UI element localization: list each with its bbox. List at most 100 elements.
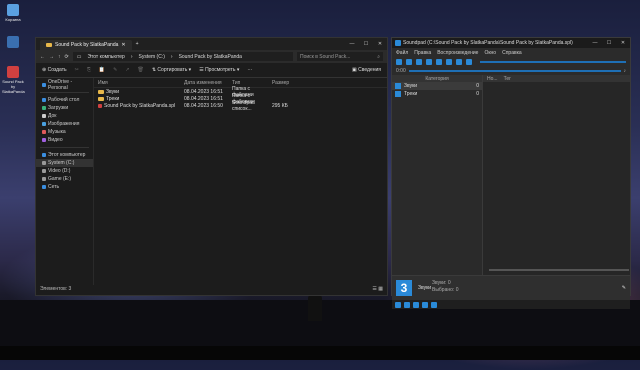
drive-icon <box>42 161 46 165</box>
sort-button[interactable]: ⇅ Сортировать ▾ <box>152 67 191 73</box>
computer-icon: ▭ <box>76 53 82 60</box>
sound-list: Но... Тег <box>483 75 630 275</box>
search-input[interactable]: Поиск в Sound Pack... ⌕ <box>297 52 383 61</box>
nav-downloads[interactable]: Загрузки <box>36 104 93 112</box>
nav-videos[interactable]: Видео <box>36 136 93 144</box>
nav-drive-c[interactable]: System (C:) <box>36 159 93 167</box>
refresh-icon[interactable]: ⟳ <box>65 54 69 60</box>
nav-documents[interactable]: Док <box>36 112 93 120</box>
view-button[interactable]: ☰ Просмотреть ▾ <box>199 67 239 73</box>
category-header: Категория <box>392 75 482 82</box>
pause-icon[interactable] <box>426 59 432 65</box>
desktop-icon-label: Корзина <box>5 17 21 22</box>
menu-file[interactable]: Файл <box>396 50 408 56</box>
menu-bar: Файл Правка Воспроизведение Окно Справка <box>392 48 630 57</box>
maximize-button[interactable]: ☐ <box>359 38 373 50</box>
forward-icon[interactable]: → <box>49 54 54 60</box>
close-button[interactable]: ✕ <box>616 38 630 48</box>
menu-window[interactable]: Окно <box>484 50 496 56</box>
category-info-name: Звуки <box>418 285 432 291</box>
recycle-bin-icon[interactable]: Корзина <box>2 4 24 22</box>
details-button[interactable]: ▣ Сведения <box>352 67 381 73</box>
next-icon[interactable] <box>456 59 462 65</box>
menu-playback[interactable]: Воспроизведение <box>437 50 478 56</box>
desktop-shortcut-icon[interactable] <box>2 36 24 49</box>
address-row: ← → ↑ ⟳ ▭ Этот компьютер › System (C:) › S… <box>36 50 387 63</box>
nav-desktop[interactable]: Рабочий стол <box>36 96 93 104</box>
breadcrumb-item[interactable]: Этот компьютер <box>87 54 124 60</box>
copy-icon[interactable]: ⎘ <box>87 67 91 73</box>
tab-title: Sound Pack by SlatkaPanda <box>55 42 119 48</box>
minimize-button[interactable]: — <box>345 38 359 50</box>
edit-icon[interactable]: ✎ <box>622 285 626 291</box>
taskbar <box>0 346 640 360</box>
more-icon[interactable]: ··· <box>247 67 252 73</box>
microphone-icon[interactable] <box>416 59 422 65</box>
cut-icon[interactable]: ✂ <box>75 67 79 73</box>
rename-icon[interactable]: ✎ <box>113 67 117 73</box>
volume-slider[interactable] <box>480 61 626 63</box>
previous-icon[interactable] <box>446 59 452 65</box>
record-icon[interactable] <box>466 59 472 65</box>
new-tab-icon[interactable]: + <box>136 41 139 47</box>
bottom-toolbar <box>392 300 630 309</box>
back-icon[interactable]: ← <box>40 54 45 60</box>
minimize-button[interactable]: — <box>588 38 602 48</box>
horizontal-scrollbar[interactable] <box>489 269 629 271</box>
stop-icon[interactable] <box>436 59 442 65</box>
nav-music[interactable]: Музыка <box>36 128 93 136</box>
category-item[interactable]: Звуки 0 <box>392 82 482 90</box>
column-size[interactable]: Размер <box>272 80 302 86</box>
nav-drive-d[interactable]: Video (D:) <box>36 167 93 175</box>
save-icon[interactable] <box>431 301 437 308</box>
up-icon[interactable]: ↑ <box>58 54 61 60</box>
paste-icon[interactable]: 📋 <box>99 67 105 73</box>
column-number[interactable]: Но... <box>487 76 498 82</box>
column-date[interactable]: Дата изменения <box>184 80 232 86</box>
create-button[interactable]: ⊕ Создать <box>42 67 67 73</box>
column-name[interactable]: Имя <box>94 80 184 86</box>
drive-icon <box>42 169 46 173</box>
nav-network[interactable]: Сеть <box>36 183 93 191</box>
nav-onedrive[interactable]: OneDrive - Personal <box>36 79 93 91</box>
close-button[interactable]: ✕ <box>373 38 387 50</box>
soundpack-file-icon[interactable]: Sound Pack by SlatkaPanda <box>2 66 25 94</box>
network-icon <box>42 185 46 189</box>
breadcrumb-item[interactable]: System (C:) <box>139 54 165 60</box>
add-icon[interactable] <box>413 301 419 308</box>
seek-row: 0:00 ♪ <box>392 67 630 75</box>
column-tag[interactable]: Тег <box>504 76 511 82</box>
breadcrumb-item[interactable]: Sound Pack by SlatkaPanda <box>179 54 242 60</box>
folder-icon <box>46 43 52 47</box>
search-placeholder: Поиск в Sound Pack... <box>300 53 351 60</box>
nav-drive-e[interactable]: Game (E:) <box>36 175 93 183</box>
nav-pictures[interactable]: Изображения <box>36 120 93 128</box>
delete-icon[interactable]: 🗑 <box>137 67 143 73</box>
play-icon[interactable] <box>395 301 401 308</box>
maximize-button[interactable]: ☐ <box>602 38 616 48</box>
category-number-badge: 3 <box>396 280 412 296</box>
explorer-tab[interactable]: Sound Pack by SlatkaPanda ✕ <box>40 40 132 50</box>
nav-this-pc[interactable]: Этот компьютер <box>36 151 93 159</box>
explorer-titlebar: Sound Pack by SlatkaPanda ✕ + — ☐ ✕ <box>36 38 387 50</box>
menu-help[interactable]: Справка <box>502 50 522 56</box>
seek-bar[interactable] <box>408 70 621 72</box>
headphones-icon[interactable] <box>406 59 412 65</box>
view-toggle-icons[interactable]: ☰ ▦ <box>372 286 383 292</box>
play-icon[interactable] <box>396 59 402 65</box>
time-display: 0:00 <box>396 68 406 74</box>
category-stats: Звуки: 0 Выбрано: 0 <box>432 280 459 293</box>
desktop-icon <box>42 98 46 102</box>
document-icon <box>42 114 46 118</box>
folder-icon[interactable] <box>422 301 428 308</box>
next-icon[interactable] <box>404 301 410 308</box>
share-icon[interactable]: ↗ <box>125 67 129 73</box>
drive-icon <box>42 177 46 181</box>
category-item[interactable]: Треки 0 <box>392 90 482 98</box>
menu-edit[interactable]: Правка <box>414 50 431 56</box>
close-tab-icon[interactable]: ✕ <box>121 42 125 48</box>
mute-icon[interactable]: ♪ <box>624 68 627 74</box>
image-icon <box>42 122 46 126</box>
file-row[interactable]: Sound Pack by SlatkaPanda.spl 08.04.2023… <box>94 100 387 112</box>
address-bar[interactable]: ▭ Этот компьютер › System (C:) › Sound Pac… <box>72 52 293 61</box>
